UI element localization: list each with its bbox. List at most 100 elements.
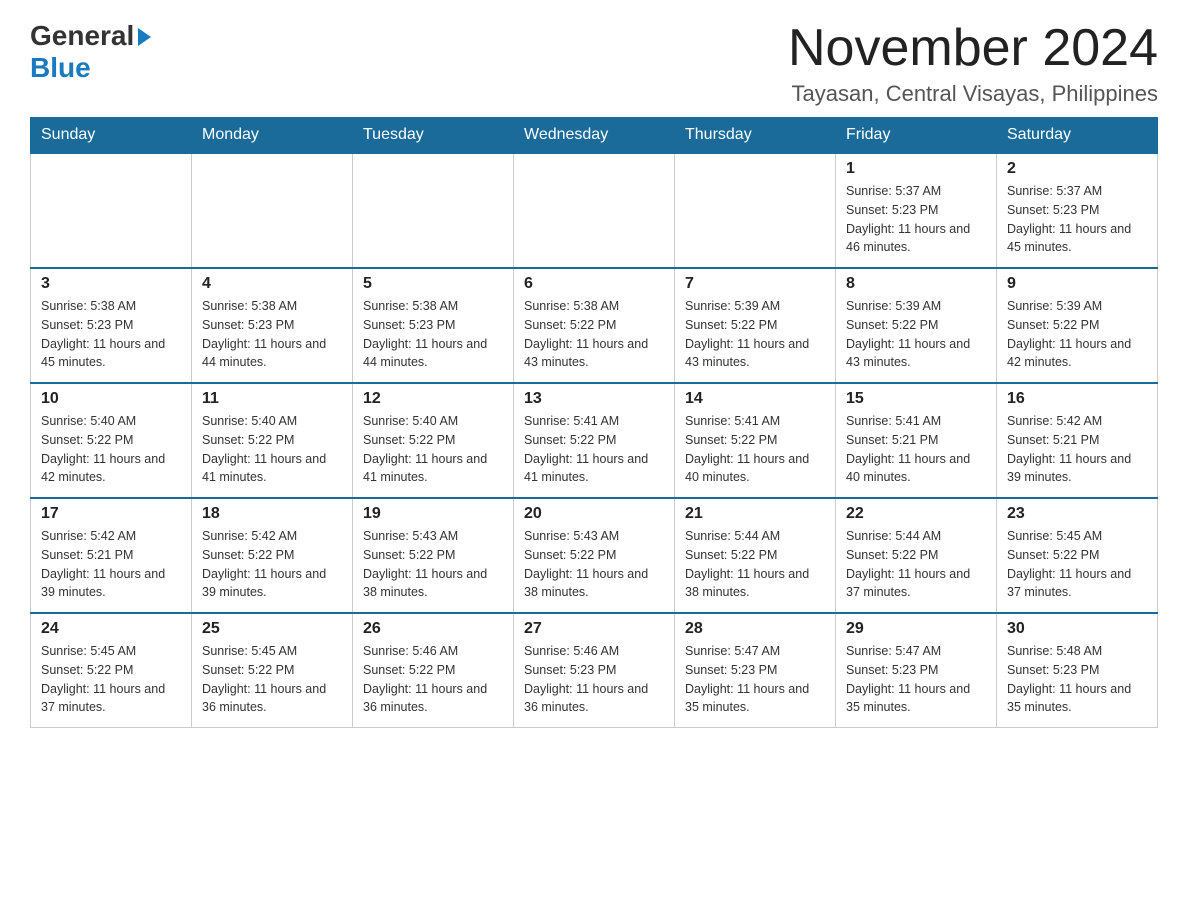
- day-number: 5: [363, 275, 503, 293]
- day-number: 15: [846, 390, 986, 408]
- day-number: 4: [202, 275, 342, 293]
- day-number: 2: [1007, 160, 1147, 178]
- day-number: 6: [524, 275, 664, 293]
- table-row: 22Sunrise: 5:44 AM Sunset: 5:22 PM Dayli…: [836, 498, 997, 613]
- day-number: 12: [363, 390, 503, 408]
- day-number: 17: [41, 505, 181, 523]
- calendar-header-row: Sunday Monday Tuesday Wednesday Thursday…: [31, 118, 1158, 154]
- day-info: Sunrise: 5:45 AM Sunset: 5:22 PM Dayligh…: [41, 642, 181, 717]
- table-row: 2Sunrise: 5:37 AM Sunset: 5:23 PM Daylig…: [997, 153, 1158, 268]
- table-row: [675, 153, 836, 268]
- table-row: 3 Sunrise: 5:38 AM Sunset: 5:23 PM Daylig…: [31, 268, 192, 383]
- table-row: 13 Sunrise: 5:41 AM Sunset: 5:22 PM Dayli…: [514, 383, 675, 498]
- day-info: Sunrise: 5:38 AM Sunset: 5:23 PM Dayligh…: [41, 297, 181, 372]
- table-row: 11 Sunrise: 5:40 AM Sunset: 5:22 PM Dayli…: [192, 383, 353, 498]
- table-row: [192, 153, 353, 268]
- table-row: 17 Sunrise: 5:42 AM Sunset: 5:21 PM Dayli…: [31, 498, 192, 613]
- day-number: 10: [41, 390, 181, 408]
- day-number: 25: [202, 620, 342, 638]
- day-number: 28: [685, 620, 825, 638]
- table-row: 7 Sunrise: 5:39 AM Sunset: 5:22 PM Daylig…: [675, 268, 836, 383]
- logo-blue-text: Blue: [30, 52, 91, 84]
- calendar-week-row: 10 Sunrise: 5:40 AM Sunset: 5:22 PM Dayli…: [31, 383, 1158, 498]
- day-info: Sunrise: 5:39 AM Sunset: 5:22 PM Dayligh…: [846, 297, 986, 372]
- table-row: 21Sunrise: 5:44 AM Sunset: 5:22 PM Dayli…: [675, 498, 836, 613]
- table-row: [353, 153, 514, 268]
- col-thursday: Thursday: [675, 118, 836, 154]
- day-number: 22: [846, 505, 986, 523]
- col-wednesday: Wednesday: [514, 118, 675, 154]
- day-number: 26: [363, 620, 503, 638]
- table-row: 19 Sunrise: 5:43 AM Sunset: 5:22 PM Dayli…: [353, 498, 514, 613]
- table-row: [31, 153, 192, 268]
- day-number: 14: [685, 390, 825, 408]
- day-info: Sunrise: 5:39 AM Sunset: 5:22 PM Dayligh…: [1007, 297, 1147, 372]
- table-row: 12 Sunrise: 5:40 AM Sunset: 5:22 PM Dayli…: [353, 383, 514, 498]
- table-row: 16 Sunrise: 5:42 AM Sunset: 5:21 PM Dayli…: [997, 383, 1158, 498]
- col-saturday: Saturday: [997, 118, 1158, 154]
- table-row: 30Sunrise: 5:48 AM Sunset: 5:23 PM Dayli…: [997, 613, 1158, 728]
- day-info: Sunrise: 5:42 AM Sunset: 5:21 PM Dayligh…: [41, 527, 181, 602]
- day-info: Sunrise: 5:43 AM Sunset: 5:22 PM Dayligh…: [524, 527, 664, 602]
- day-info: Sunrise: 5:38 AM Sunset: 5:23 PM Dayligh…: [202, 297, 342, 372]
- table-row: 28 Sunrise: 5:47 AM Sunset: 5:23 PM Dayli…: [675, 613, 836, 728]
- day-info: Sunrise: 5:41 AM Sunset: 5:22 PM Dayligh…: [685, 412, 825, 487]
- table-row: 1Sunrise: 5:37 AM Sunset: 5:23 PM Daylig…: [836, 153, 997, 268]
- day-info: Sunrise: 5:42 AM Sunset: 5:21 PM Dayligh…: [1007, 412, 1147, 487]
- day-number: 7: [685, 275, 825, 293]
- day-info: Sunrise: 5:43 AM Sunset: 5:22 PM Dayligh…: [363, 527, 503, 602]
- day-info: Sunrise: 5:44 AM Sunset: 5:22 PM Dayligh…: [685, 527, 825, 602]
- title-section: November 2024 Tayasan, Central Visayas, …: [788, 20, 1158, 107]
- day-number: 11: [202, 390, 342, 408]
- day-number: 24: [41, 620, 181, 638]
- day-number: 19: [363, 505, 503, 523]
- table-row: 27Sunrise: 5:46 AM Sunset: 5:23 PM Dayli…: [514, 613, 675, 728]
- day-number: 20: [524, 505, 664, 523]
- location-text: Tayasan, Central Visayas, Philippines: [788, 81, 1158, 107]
- day-number: 9: [1007, 275, 1147, 293]
- calendar-week-row: 3 Sunrise: 5:38 AM Sunset: 5:23 PM Daylig…: [31, 268, 1158, 383]
- day-info: Sunrise: 5:38 AM Sunset: 5:22 PM Dayligh…: [524, 297, 664, 372]
- day-info: Sunrise: 5:40 AM Sunset: 5:22 PM Dayligh…: [363, 412, 503, 487]
- table-row: 29 Sunrise: 5:47 AM Sunset: 5:23 PM Dayli…: [836, 613, 997, 728]
- day-info: Sunrise: 5:41 AM Sunset: 5:22 PM Dayligh…: [524, 412, 664, 487]
- table-row: 20 Sunrise: 5:43 AM Sunset: 5:22 PM Dayli…: [514, 498, 675, 613]
- calendar-week-row: 1Sunrise: 5:37 AM Sunset: 5:23 PM Daylig…: [31, 153, 1158, 268]
- day-number: 16: [1007, 390, 1147, 408]
- table-row: 25 Sunrise: 5:45 AM Sunset: 5:22 PM Dayli…: [192, 613, 353, 728]
- day-number: 13: [524, 390, 664, 408]
- table-row: 5 Sunrise: 5:38 AM Sunset: 5:23 PM Daylig…: [353, 268, 514, 383]
- day-number: 8: [846, 275, 986, 293]
- day-info: Sunrise: 5:46 AM Sunset: 5:23 PM Dayligh…: [524, 642, 664, 717]
- day-number: 3: [41, 275, 181, 293]
- calendar-table: Sunday Monday Tuesday Wednesday Thursday…: [30, 117, 1158, 728]
- table-row: 26Sunrise: 5:46 AM Sunset: 5:22 PM Dayli…: [353, 613, 514, 728]
- table-row: 18Sunrise: 5:42 AM Sunset: 5:22 PM Dayli…: [192, 498, 353, 613]
- month-title: November 2024: [788, 20, 1158, 77]
- day-info: Sunrise: 5:47 AM Sunset: 5:23 PM Dayligh…: [685, 642, 825, 717]
- day-info: Sunrise: 5:40 AM Sunset: 5:22 PM Dayligh…: [41, 412, 181, 487]
- day-info: Sunrise: 5:48 AM Sunset: 5:23 PM Dayligh…: [1007, 642, 1147, 717]
- logo-general-text: General: [30, 20, 134, 52]
- table-row: 10 Sunrise: 5:40 AM Sunset: 5:22 PM Dayli…: [31, 383, 192, 498]
- table-row: 8 Sunrise: 5:39 AM Sunset: 5:22 PM Daylig…: [836, 268, 997, 383]
- day-info: Sunrise: 5:41 AM Sunset: 5:21 PM Dayligh…: [846, 412, 986, 487]
- day-info: Sunrise: 5:38 AM Sunset: 5:23 PM Dayligh…: [363, 297, 503, 372]
- logo-arrow-icon: [138, 28, 151, 46]
- calendar-week-row: 17 Sunrise: 5:42 AM Sunset: 5:21 PM Dayli…: [31, 498, 1158, 613]
- day-number: 29: [846, 620, 986, 638]
- table-row: 15 Sunrise: 5:41 AM Sunset: 5:21 PM Dayli…: [836, 383, 997, 498]
- col-tuesday: Tuesday: [353, 118, 514, 154]
- day-info: Sunrise: 5:40 AM Sunset: 5:22 PM Dayligh…: [202, 412, 342, 487]
- day-info: Sunrise: 5:39 AM Sunset: 5:22 PM Dayligh…: [685, 297, 825, 372]
- table-row: 24 Sunrise: 5:45 AM Sunset: 5:22 PM Dayli…: [31, 613, 192, 728]
- day-info: Sunrise: 5:47 AM Sunset: 5:23 PM Dayligh…: [846, 642, 986, 717]
- table-row: 23 Sunrise: 5:45 AM Sunset: 5:22 PM Dayli…: [997, 498, 1158, 613]
- day-info: Sunrise: 5:45 AM Sunset: 5:22 PM Dayligh…: [202, 642, 342, 717]
- table-row: [514, 153, 675, 268]
- day-number: 23: [1007, 505, 1147, 523]
- col-sunday: Sunday: [31, 118, 192, 154]
- day-info: Sunrise: 5:45 AM Sunset: 5:22 PM Dayligh…: [1007, 527, 1147, 602]
- day-number: 18: [202, 505, 342, 523]
- table-row: 14 Sunrise: 5:41 AM Sunset: 5:22 PM Dayli…: [675, 383, 836, 498]
